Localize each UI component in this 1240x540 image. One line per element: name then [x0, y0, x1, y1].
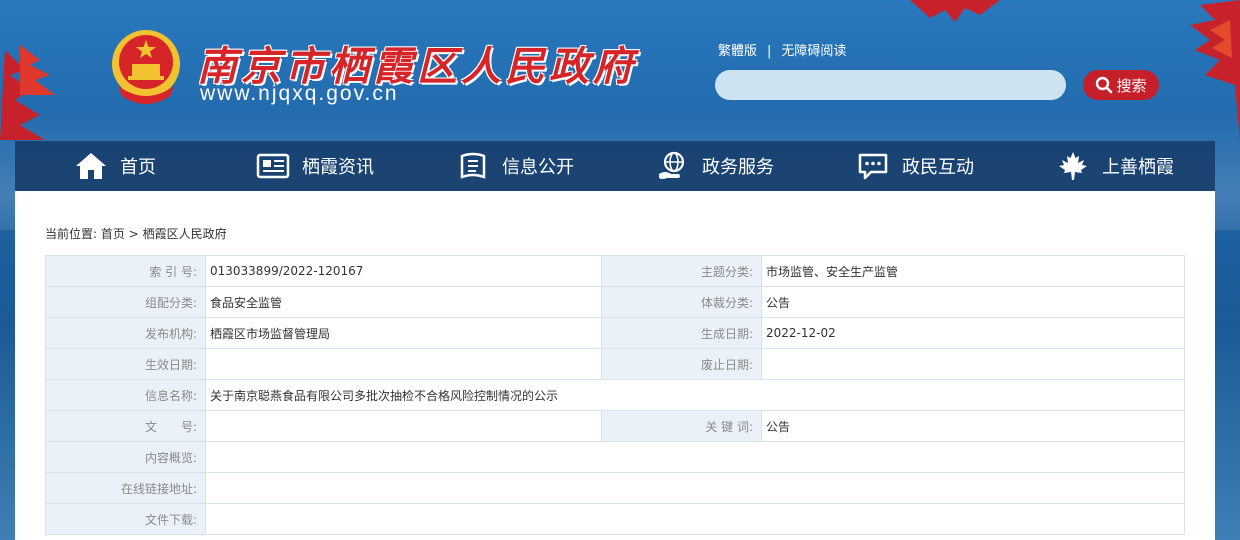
maple-leaves-left-decoration	[0, 45, 55, 140]
table-row: 内容概览:	[45, 441, 1185, 473]
content-panel: 当前位置: 首页 > 栖霞区人民政府 索 引 号: 013033899/2022…	[15, 191, 1215, 540]
summary-value	[205, 441, 1185, 473]
table-row: 组配分类: 食品安全监管 体裁分类: 公告	[45, 286, 1185, 318]
nav-label: 栖霞资讯	[302, 157, 374, 178]
nav-label: 首页	[120, 157, 156, 178]
nav-item-gov-services[interactable]: 政务服务	[615, 141, 815, 191]
file-download-value[interactable]	[205, 503, 1185, 535]
topic-label: 主题分类:	[601, 255, 762, 287]
home-icon	[74, 149, 108, 183]
nav-label: 信息公开	[502, 157, 574, 178]
summary-label: 内容概览:	[45, 441, 206, 473]
doc-no-label: 文 号:	[45, 410, 206, 442]
index-no-value: 013033899/2022-120167	[205, 255, 602, 287]
created-date-label: 生成日期:	[601, 317, 762, 349]
publisher-label: 发布机构:	[45, 317, 206, 349]
nav-item-news[interactable]: 栖霞资讯	[215, 141, 415, 191]
globe-hand-icon	[656, 149, 690, 183]
org-category-value: 食品安全监管	[205, 286, 602, 318]
search-button-label: 搜索	[1116, 76, 1147, 95]
topic-value: 市场监管、安全生产监管	[761, 255, 1185, 287]
maple-leaf-icon	[1056, 149, 1090, 183]
maple-leaves-right-decoration	[1190, 0, 1240, 140]
index-no-label: 索 引 号:	[45, 255, 206, 287]
national-emblem-icon	[112, 30, 180, 104]
link-separator: |	[767, 44, 772, 59]
keywords-label: 关 键 词:	[601, 410, 762, 442]
org-category-label: 组配分类:	[45, 286, 206, 318]
table-row: 信息名称: 关于南京聪燕食品有限公司多批次抽检不合格风险控制情况的公示	[45, 379, 1185, 411]
online-link-label: 在线链接地址:	[45, 472, 206, 504]
abolished-date-label: 废止日期:	[601, 348, 762, 380]
site-url: www.njqxq.gov.cn	[200, 82, 399, 105]
table-row: 索 引 号: 013033899/2022-120167 主题分类: 市场监管、…	[45, 255, 1185, 287]
nav-item-info-disclosure[interactable]: 信息公开	[415, 141, 615, 191]
nav-item-interaction[interactable]: 政民互动	[815, 141, 1015, 191]
search-button[interactable]: 搜索	[1083, 70, 1159, 100]
nav-label: 政务服务	[702, 157, 774, 178]
table-row: 文件下载:	[45, 503, 1185, 535]
info-book-icon	[456, 149, 490, 183]
maple-leaves-top-decoration	[910, 0, 1000, 22]
breadcrumb-prefix: 当前位置:	[45, 227, 98, 241]
breadcrumb-home-link[interactable]: 首页	[101, 227, 125, 241]
newspaper-icon	[256, 149, 290, 183]
nav-item-home[interactable]: 首页	[15, 141, 215, 191]
nav-item-shangshan-qixia[interactable]: 上善栖霞	[1015, 141, 1215, 191]
file-download-label: 文件下载:	[45, 503, 206, 535]
doc-no-value	[205, 410, 602, 442]
main-nav: 首页 栖霞资讯 信息公开 政务服务 政民互动 上善栖霞	[15, 141, 1215, 191]
breadcrumb-arrow: >	[128, 227, 139, 241]
accessibility-link[interactable]: 无障碍阅读	[781, 44, 846, 59]
online-link-value[interactable]	[205, 472, 1185, 504]
traditional-chinese-link[interactable]: 繁體版	[718, 44, 757, 59]
chat-icon	[856, 149, 890, 183]
breadcrumb: 当前位置: 首页 > 栖霞区人民政府	[45, 225, 227, 242]
table-row: 在线链接地址:	[45, 472, 1185, 504]
publisher-value: 栖霞区市场监督管理局	[205, 317, 602, 349]
abolished-date-value	[761, 348, 1185, 380]
genre-label: 体裁分类:	[601, 286, 762, 318]
info-name-label: 信息名称:	[45, 379, 206, 411]
effective-date-label: 生效日期:	[45, 348, 206, 380]
nav-label: 政民互动	[902, 157, 974, 178]
effective-date-value	[205, 348, 602, 380]
created-date-value: 2022-12-02	[761, 317, 1185, 349]
table-row: 发布机构: 栖霞区市场监督管理局 生成日期: 2022-12-02	[45, 317, 1185, 349]
breadcrumb-current-link[interactable]: 栖霞区人民政府	[143, 227, 227, 241]
info-name-value: 关于南京聪燕食品有限公司多批次抽检不合格风险控制情况的公示	[205, 379, 1185, 411]
search-input[interactable]	[715, 70, 1066, 100]
table-row: 生效日期: 废止日期:	[45, 348, 1185, 380]
search-icon	[1096, 76, 1113, 94]
genre-value: 公告	[761, 286, 1185, 318]
nav-label: 上善栖霞	[1102, 157, 1174, 178]
info-meta-table: 索 引 号: 013033899/2022-120167 主题分类: 市场监管、…	[45, 255, 1185, 535]
table-row: 文 号: 关 键 词: 公告	[45, 410, 1185, 442]
top-links: 繁體版 | 无障碍阅读	[718, 40, 846, 59]
keywords-value: 公告	[761, 410, 1185, 442]
